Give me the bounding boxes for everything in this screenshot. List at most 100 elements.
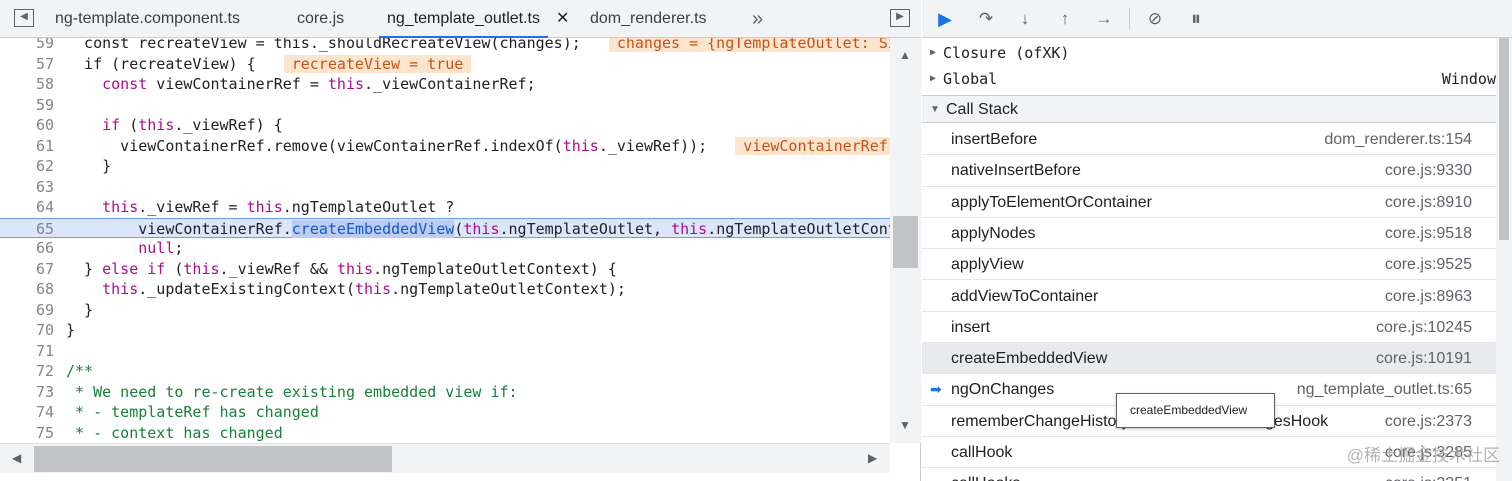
code-text[interactable]: } else if (this._viewRef && this.ngTempl… xyxy=(66,259,617,280)
code-text[interactable]: if (recreateView) { recreateView = true xyxy=(66,54,472,75)
code-line[interactable]: 60 if (this._viewRef) { xyxy=(0,115,890,136)
code-line[interactable]: 74 * - templateRef has changed xyxy=(0,402,890,423)
call-frame[interactable]: insert core.js:10245 xyxy=(922,312,1500,344)
step-out-icon[interactable]: ↑ xyxy=(1052,7,1078,31)
code-line[interactable]: 58 const viewContainerRef = this._viewCo… xyxy=(0,74,890,95)
call-frame[interactable]: applyNodes core.js:9518 xyxy=(922,218,1500,250)
resume-icon[interactable]: ▶ xyxy=(932,7,958,31)
code-line[interactable]: 59 xyxy=(0,95,890,116)
line-number[interactable]: 70 xyxy=(0,320,54,341)
frame-location-link[interactable]: core.js:10245 xyxy=(1376,312,1472,343)
code-text[interactable]: null; xyxy=(66,238,183,259)
call-frame[interactable]: insertBefore dom_renderer.ts:154 xyxy=(922,124,1500,156)
code-text[interactable]: } xyxy=(66,300,93,321)
line-number[interactable]: 63 xyxy=(0,177,54,198)
line-number[interactable]: 75 xyxy=(0,423,54,444)
code-text[interactable]: * We need to re-create existing embedded… xyxy=(66,382,518,403)
frame-location-link[interactable]: core.js:3251 xyxy=(1385,468,1472,481)
line-number[interactable]: 73 xyxy=(0,382,54,403)
editor-vertical-scrollbar[interactable]: ▲ ▼ xyxy=(890,38,921,443)
line-number[interactable]: 60 xyxy=(0,115,54,136)
call-frame[interactable]: nativeInsertBefore core.js:9330 xyxy=(922,155,1500,187)
line-number[interactable]: 65 xyxy=(0,219,54,240)
frame-location-link[interactable]: core.js:10191 xyxy=(1376,343,1472,374)
code-text[interactable]: const recreateView = this._shouldRecreat… xyxy=(66,38,890,54)
line-number[interactable]: 57 xyxy=(0,54,54,75)
code-text[interactable]: viewContainerRef.remove(viewContainerRef… xyxy=(66,136,890,157)
code-line[interactable]: 62 } xyxy=(0,156,890,177)
scroll-down-icon[interactable]: ▼ xyxy=(899,418,911,432)
code-text[interactable]: } xyxy=(66,156,111,177)
frame-location-link[interactable]: core.js:9330 xyxy=(1385,155,1472,186)
call-frame[interactable]: applyView core.js:9525 xyxy=(922,249,1500,281)
code-line[interactable]: 72 /** xyxy=(0,361,890,382)
frame-location-link[interactable]: ng_template_outlet.ts:65 xyxy=(1297,374,1472,405)
frame-location-link[interactable]: core.js:8910 xyxy=(1385,187,1472,218)
line-number[interactable]: 62 xyxy=(0,156,54,177)
pause-on-exceptions-icon[interactable]: ⏸ xyxy=(1183,7,1209,31)
code-line[interactable]: 65 viewContainerRef.createEmbeddedView(t… xyxy=(0,217,890,240)
frame-location-link[interactable]: core.js:2373 xyxy=(1385,406,1472,437)
code-text[interactable]: /** xyxy=(66,361,93,382)
frame-location-link[interactable]: core.js:9518 xyxy=(1385,218,1472,249)
step-icon[interactable]: → xyxy=(1091,7,1117,31)
code-line[interactable]: 67 } else if (this._viewRef && this.ngTe… xyxy=(0,259,890,280)
editor-vertical-scroll-thumb[interactable] xyxy=(893,216,918,268)
tab-overflow-icon[interactable]: » xyxy=(752,0,763,38)
code-line[interactable]: 63 xyxy=(0,177,890,198)
code-line[interactable]: 61 viewContainerRef.remove(viewContainer… xyxy=(0,136,890,157)
call-frame[interactable]: createEmbeddedView core.js:10191 xyxy=(922,343,1500,375)
scope-closure[interactable]: ▶ Closure (ofXK) xyxy=(922,40,1496,66)
code-text[interactable]: * - context has changed xyxy=(66,423,283,444)
tab-close-icon[interactable]: ✕ xyxy=(556,0,569,38)
line-number[interactable]: 74 xyxy=(0,402,54,423)
sidebar-vertical-scrollbar[interactable] xyxy=(1496,38,1512,481)
line-number[interactable]: 68 xyxy=(0,279,54,300)
code-editor[interactable]: 59 const recreateView = this._shouldRecr… xyxy=(0,38,890,443)
scroll-right-icon[interactable]: ▶ xyxy=(868,451,877,465)
call-frame[interactable]: addViewToContainer core.js:8963 xyxy=(922,281,1500,312)
code-line[interactable]: 66 null; xyxy=(0,238,890,259)
frame-location-link[interactable]: dom_renderer.ts:154 xyxy=(1324,124,1472,155)
line-number[interactable]: 71 xyxy=(0,341,54,362)
code-line[interactable]: 64 this._viewRef = this.ngTemplateOutlet… xyxy=(0,197,890,218)
deactivate-breakpoints-icon[interactable]: ⊘ xyxy=(1142,7,1168,31)
code-line[interactable]: 73 * We need to re-create existing embed… xyxy=(0,382,890,403)
scroll-left-icon[interactable]: ◀ xyxy=(12,451,21,465)
code-text[interactable]: if (this._viewRef) { xyxy=(66,115,283,136)
code-text[interactable]: * - templateRef has changed xyxy=(66,402,319,423)
code-text[interactable]: const viewContainerRef = this._viewConta… xyxy=(66,74,536,95)
line-number[interactable]: 69 xyxy=(0,300,54,321)
tab-ng-template-component[interactable]: ng-template.component.ts xyxy=(55,0,240,38)
scroll-up-icon[interactable]: ▲ xyxy=(899,48,911,62)
call-stack-header[interactable]: ▼ Call Stack xyxy=(922,95,1500,123)
line-number[interactable]: 64 xyxy=(0,197,54,218)
line-number[interactable]: 59 xyxy=(0,38,54,54)
code-text[interactable]: } xyxy=(66,320,75,341)
editor-horizontal-scroll-thumb[interactable] xyxy=(34,446,392,472)
tab-core-js[interactable]: core.js xyxy=(297,0,344,38)
step-into-icon[interactable]: ↓ xyxy=(1012,7,1038,31)
code-line[interactable]: 71 xyxy=(0,341,890,362)
tab-dom-renderer[interactable]: dom_renderer.ts xyxy=(590,0,707,38)
code-text[interactable]: this._viewRef = this.ngTemplateOutlet ? xyxy=(66,197,454,218)
line-number[interactable]: 61 xyxy=(0,136,54,157)
code-line[interactable]: 59 const recreateView = this._shouldRecr… xyxy=(0,38,890,54)
line-number[interactable]: 67 xyxy=(0,259,54,280)
call-frame[interactable]: callHooks core.js:3251 xyxy=(922,468,1500,481)
toggle-navigator-icon[interactable]: ◀ xyxy=(14,9,34,27)
code-line[interactable]: 57 if (recreateView) { recreateView = tr… xyxy=(0,54,890,75)
code-text[interactable]: this._updateExistingContext(this.ngTempl… xyxy=(66,279,626,300)
editor-horizontal-scrollbar[interactable]: ◀ ▶ xyxy=(0,443,890,473)
selected-call[interactable]: createEmbeddedView xyxy=(291,219,455,238)
call-frame[interactable]: applyToElementOrContainer core.js:8910 xyxy=(922,187,1500,218)
line-number[interactable]: 58 xyxy=(0,74,54,95)
sidebar-scroll-thumb[interactable] xyxy=(1499,38,1509,240)
line-number[interactable]: 59 xyxy=(0,95,54,116)
code-text[interactable]: viewContainerRef.createEmbeddedView(this… xyxy=(66,219,890,240)
tab-ng-template-outlet[interactable]: ng_template_outlet.ts xyxy=(379,0,548,38)
step-over-icon[interactable]: ↷ xyxy=(973,7,999,31)
frame-location-link[interactable]: core.js:8963 xyxy=(1385,281,1472,312)
frame-location-link[interactable]: core.js:9525 xyxy=(1385,249,1472,280)
scope-global[interactable]: ▶ Global Window xyxy=(922,66,1496,92)
